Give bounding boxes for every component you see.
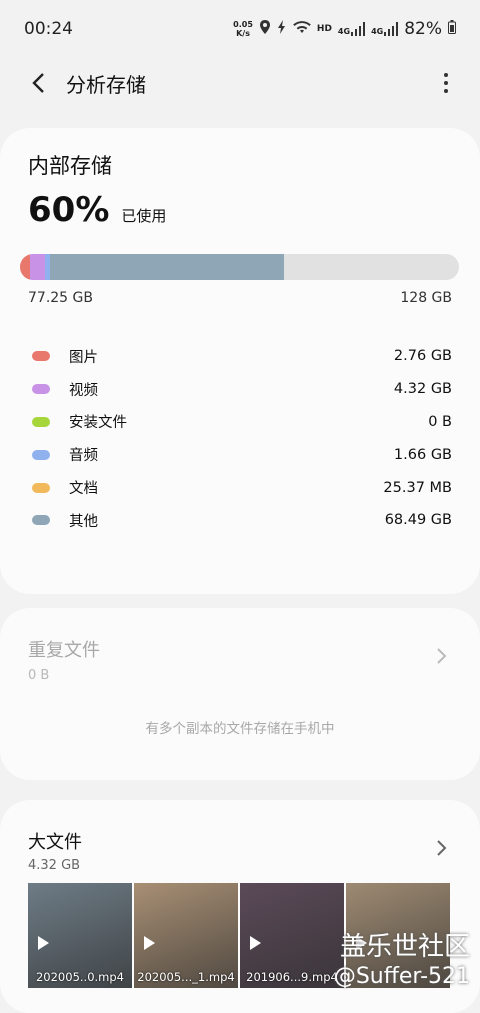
legend-color-swatch [32, 384, 50, 395]
legend-value: 0 B [428, 413, 452, 430]
legend-label: 视频 [69, 382, 98, 399]
status-icons: 0.05 K/s HD 4G 4G 82% [233, 19, 456, 39]
legend-label: 文档 [69, 481, 98, 498]
battery-icon [448, 20, 456, 38]
duplicate-files-size: 0 B [28, 668, 50, 683]
video-thumbnail[interactable]: 201906...9.mp4 [240, 883, 344, 988]
back-button[interactable] [22, 67, 54, 99]
hd-label: HD [316, 24, 332, 34]
legend-label: 其他 [69, 513, 98, 530]
used-amount: 77.25 GB [28, 290, 93, 306]
legend-value: 4.32 GB [393, 381, 452, 398]
signal-2-icon: 4G [371, 22, 399, 36]
chevron-right-icon[interactable] [434, 840, 450, 856]
category-legend: 图片 2.76 GB 视频 4.32 GB 安装文件 0 B 音频 1.66 GB 文档 25.3… [32, 340, 452, 537]
video-filename: 202005..._1.mp4 [137, 970, 235, 984]
legend-color-swatch [32, 416, 50, 427]
signal-1-icon: 4G [338, 22, 366, 36]
legend-value: 25.37 MB [383, 479, 452, 496]
network-speed: 0.05 K/s [233, 20, 253, 38]
storage-usage-bar [20, 254, 459, 280]
legend-label: 音频 [69, 448, 98, 465]
large-files-size: 4.32 GB [28, 858, 81, 873]
legend-item: 视频 4.32 GB [32, 373, 452, 406]
legend-item: 文档 25.37 MB [32, 471, 452, 504]
video-filename: 201906...9.mp4 [246, 970, 338, 984]
status-time: 00:24 [24, 19, 73, 39]
battery-percent: 82% [404, 19, 442, 39]
video-thumbnail[interactable]: 202005..._1.mp4 [134, 883, 238, 988]
legend-color-swatch [32, 482, 50, 493]
legend-color-swatch [32, 449, 50, 460]
large-files-title: 大文件 [28, 832, 82, 853]
legend-color-swatch [32, 351, 50, 362]
legend-label: 安装文件 [69, 415, 127, 432]
arrow-back-icon [32, 73, 44, 93]
play-icon [250, 936, 261, 950]
internal-storage-card: 内部存储 60% 已使用 77.25 GB 128 GB 图片 2.76 GB 视频… [0, 128, 480, 594]
flash-icon [277, 20, 287, 38]
usage-percent: 60% [28, 190, 110, 230]
play-icon [38, 936, 49, 950]
usage-summary: 60% 已使用 [28, 190, 452, 230]
legend-color-swatch [32, 515, 50, 526]
total-capacity: 128 GB [400, 290, 452, 306]
app-bar: 分析存储 [0, 58, 480, 108]
more-options-button[interactable] [434, 67, 458, 99]
legend-value: 1.66 GB [393, 446, 452, 463]
usage-bar-segment [50, 254, 284, 280]
usage-bar-labels: 77.25 GB 128 GB [28, 290, 452, 306]
usage-bar-segment [20, 254, 30, 280]
video-filename: 202005..0.mp4 [35, 970, 124, 984]
legend-value: 2.76 GB [393, 348, 452, 365]
duplicate-files-title: 重复文件 [28, 640, 100, 661]
duplicate-files-card[interactable]: 重复文件 0 B 有多个副本的文件存储在手机中 [0, 608, 480, 780]
internal-storage-title: 内部存储 [28, 154, 112, 178]
usage-bar-segment [30, 254, 45, 280]
legend-item: 图片 2.76 GB [32, 340, 452, 373]
legend-item: 其他 68.49 GB [32, 504, 452, 537]
duplicate-files-description: 有多个副本的文件存储在手机中 [145, 721, 335, 737]
legend-value: 68.49 GB [384, 512, 452, 529]
page-title: 分析存储 [66, 72, 146, 97]
used-label: 已使用 [121, 207, 167, 225]
legend-item: 安装文件 0 B [32, 406, 452, 439]
more-vert-icon [444, 73, 448, 77]
play-icon [144, 936, 155, 950]
location-icon [259, 20, 271, 38]
legend-item: 音频 1.66 GB [32, 438, 452, 471]
wifi-icon [293, 20, 311, 38]
chevron-right-icon [437, 648, 447, 664]
video-thumbnail[interactable]: 202005..0.mp4 [28, 883, 132, 988]
legend-label: 图片 [69, 349, 98, 366]
status-bar: 00:24 0.05 K/s HD 4G 4G 82% [0, 0, 480, 58]
watermark: 盖乐世社区 @Suffer-521 [333, 932, 470, 989]
